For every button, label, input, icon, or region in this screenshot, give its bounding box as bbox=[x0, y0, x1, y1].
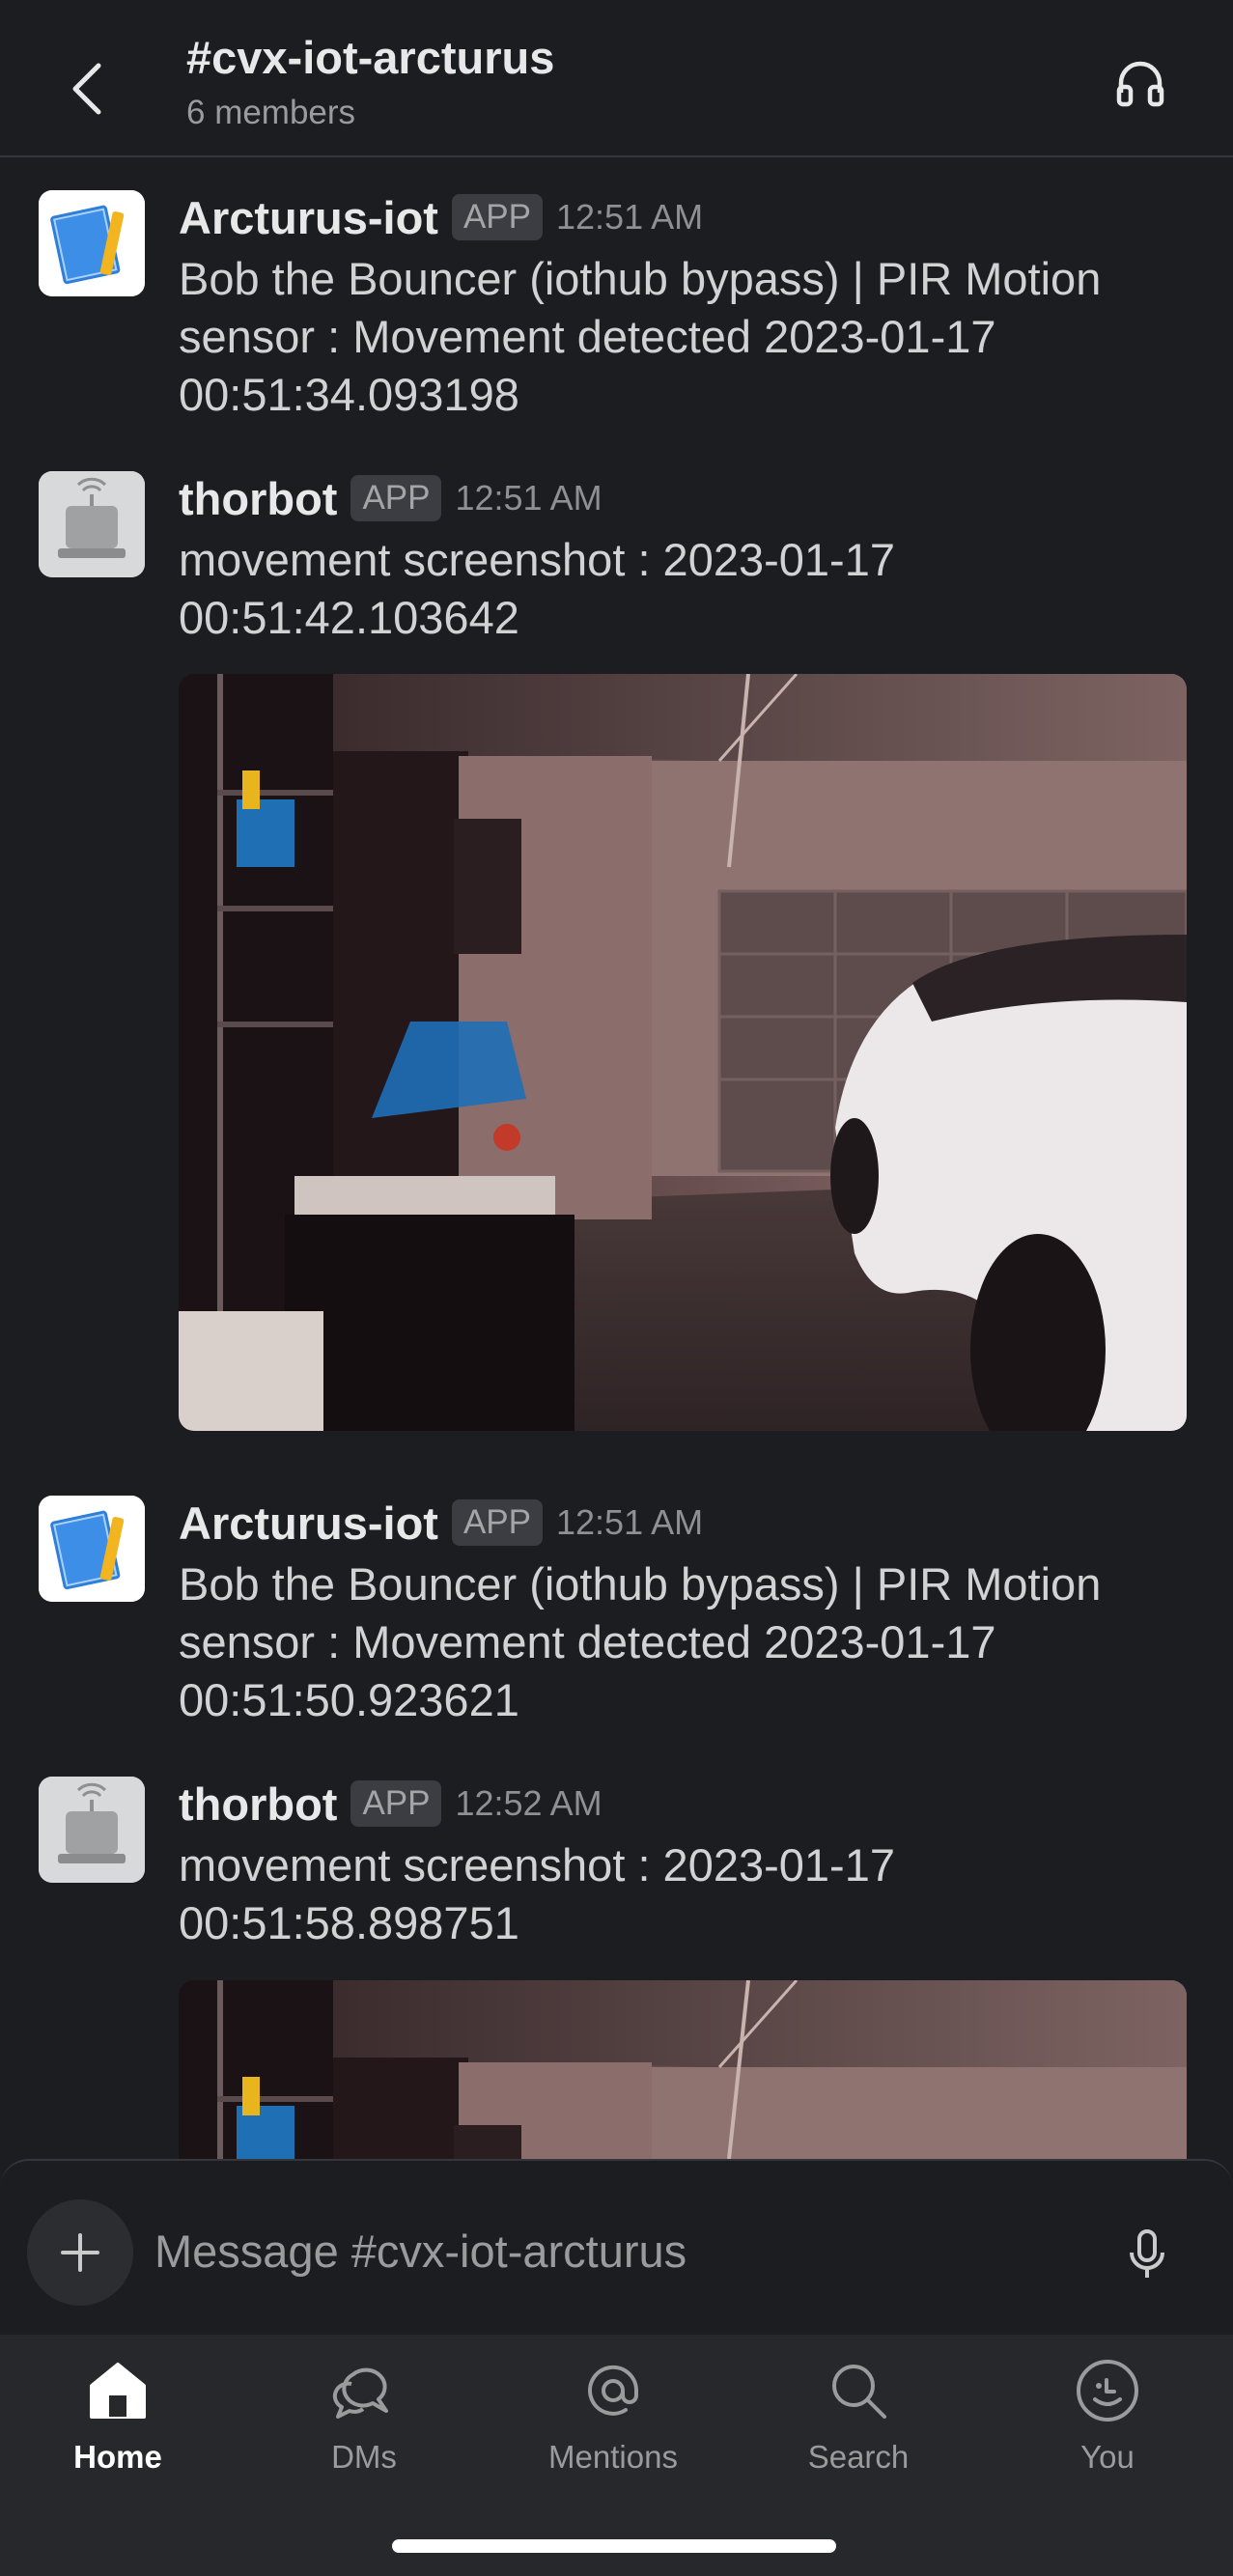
robot-device-icon bbox=[39, 1777, 145, 1883]
channel-title[interactable]: #cvx-iot-arcturus bbox=[186, 31, 554, 84]
you-icon bbox=[1077, 2360, 1138, 2422]
garage-screenshot-image[interactable] bbox=[179, 1980, 1187, 2159]
sender-name[interactable]: thorbot bbox=[179, 472, 337, 525]
home-indicator[interactable] bbox=[392, 2539, 836, 2553]
thorbot-avatar[interactable] bbox=[39, 471, 145, 577]
tab-home[interactable]: Home bbox=[21, 2352, 214, 2497]
tab-search[interactable]: Search bbox=[762, 2352, 955, 2497]
tab-label: Mentions bbox=[548, 2439, 678, 2475]
add-attachment-button[interactable] bbox=[27, 2199, 133, 2306]
message-header: thorbot APP 12:52 AM bbox=[179, 1777, 602, 1831]
message-timestamp[interactable]: 12:51 AM bbox=[556, 197, 703, 238]
search-icon bbox=[832, 2365, 886, 2419]
message-input[interactable] bbox=[154, 2217, 1072, 2286]
channel-member-count[interactable]: 6 members bbox=[186, 94, 355, 132]
garage-photo bbox=[179, 674, 1187, 1431]
tab-you[interactable]: You bbox=[1011, 2352, 1204, 2497]
thorbot-avatar[interactable] bbox=[39, 1777, 145, 1883]
message-timestamp[interactable]: 12:52 AM bbox=[455, 1783, 602, 1824]
sender-name[interactable]: Arcturus-iot bbox=[179, 1497, 438, 1550]
message-header: Arcturus-iot APP 12:51 AM bbox=[179, 1496, 703, 1550]
app-badge: APP bbox=[350, 475, 442, 521]
message-text: movement screenshot : 2023-01-17 00:51:5… bbox=[179, 1839, 895, 1948]
dms-icon bbox=[332, 2367, 388, 2419]
message-timestamp[interactable]: 12:51 AM bbox=[556, 1502, 703, 1543]
message-text: Bob the Bouncer (iothub bypass) | PIR Mo… bbox=[179, 253, 1102, 420]
headphones-icon bbox=[1116, 61, 1164, 107]
app-badge: APP bbox=[451, 1499, 543, 1546]
sender-name[interactable]: thorbot bbox=[179, 1778, 337, 1831]
huddle-button[interactable] bbox=[1110, 53, 1170, 113]
robot-device-icon bbox=[39, 471, 145, 577]
garage-photo bbox=[179, 1980, 1187, 2159]
tab-label: DMs bbox=[331, 2439, 397, 2475]
message-header: Arcturus-iot APP 12:51 AM bbox=[179, 190, 703, 244]
slack-channel-screen: #cvx-iot-arcturus 6 members Arcturus-iot bbox=[0, 0, 1233, 2576]
app-badge: APP bbox=[350, 1780, 442, 1827]
mentions-icon bbox=[588, 2365, 639, 2416]
message-composer bbox=[0, 2159, 1233, 2335]
sender-name[interactable]: Arcturus-iot bbox=[179, 191, 438, 244]
tab-dms[interactable]: DMs bbox=[267, 2352, 461, 2497]
arcturus-iot-avatar[interactable] bbox=[39, 1496, 145, 1602]
plus-icon bbox=[61, 2233, 99, 2272]
back-button[interactable] bbox=[58, 50, 116, 127]
message-header: thorbot APP 12:51 AM bbox=[179, 471, 602, 525]
garage-screenshot-image[interactable] bbox=[179, 674, 1187, 1431]
channel-header: #cvx-iot-arcturus 6 members bbox=[0, 0, 1233, 157]
message-text: Bob the Bouncer (iothub bypass) | PIR Mo… bbox=[179, 1558, 1102, 1725]
tab-label: Home bbox=[73, 2439, 162, 2475]
home-icon bbox=[90, 2363, 146, 2419]
voice-message-button[interactable] bbox=[1120, 2219, 1174, 2290]
tab-label: Search bbox=[807, 2439, 910, 2475]
app-blueprint-icon bbox=[39, 1496, 145, 1602]
arcturus-iot-avatar[interactable] bbox=[39, 190, 145, 296]
app-blueprint-icon bbox=[39, 190, 145, 296]
microphone-icon bbox=[1130, 2229, 1164, 2278]
tab-mentions[interactable]: Mentions bbox=[517, 2352, 710, 2497]
app-badge: APP bbox=[451, 194, 543, 240]
message-text: movement screenshot : 2023-01-17 00:51:4… bbox=[179, 534, 895, 643]
message-timestamp[interactable]: 12:51 AM bbox=[455, 478, 602, 518]
tab-label: You bbox=[1080, 2439, 1135, 2475]
chevron-left-icon bbox=[72, 63, 101, 115]
